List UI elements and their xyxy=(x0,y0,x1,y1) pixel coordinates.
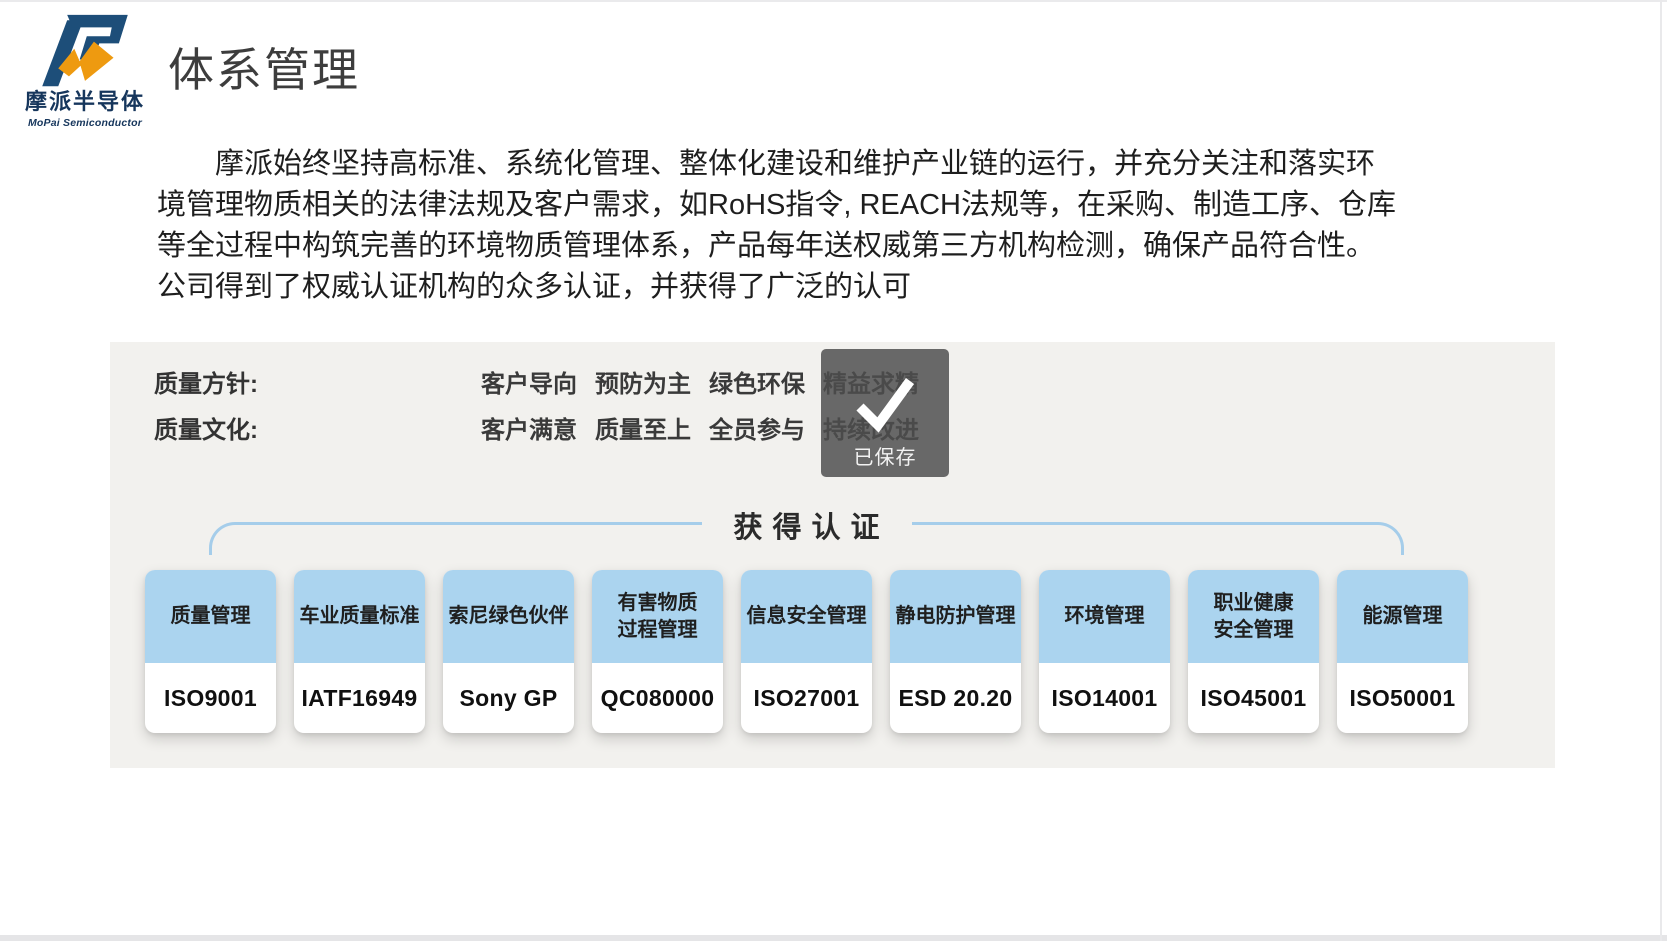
saved-toast-label: 已保存 xyxy=(854,441,917,470)
quality-policy-value: 绿色环保 xyxy=(709,364,805,399)
cert-card-code: Sony GP xyxy=(443,663,574,733)
cert-card: 职业健康 安全管理 ISO45001 xyxy=(1188,570,1319,733)
cert-card: 环境管理 ISO14001 xyxy=(1039,570,1170,733)
quality-culture-value: 质量至上 xyxy=(595,410,691,445)
page-title: 体系管理 xyxy=(168,34,360,100)
cert-card: 质量管理 ISO9001 xyxy=(145,570,276,733)
saved-toast: 已保存 xyxy=(821,349,949,477)
logo-en-text: MoPai Semiconductor xyxy=(22,117,148,129)
bottom-edge-bar xyxy=(0,935,1667,941)
cert-card-code: ESD 20.20 xyxy=(890,663,1021,733)
certification-cards: 质量管理 ISO9001 车业质量标准 IATF16949 索尼绿色伙伴 Son… xyxy=(145,570,1468,733)
cert-card-name: 静电防护管理 xyxy=(890,570,1021,663)
cert-card-code: ISO50001 xyxy=(1337,663,1468,733)
quality-culture-value: 全员参与 xyxy=(709,410,805,445)
cert-card-name: 有害物质 过程管理 xyxy=(592,570,723,663)
cert-card: 有害物质 过程管理 QC080000 xyxy=(592,570,723,733)
cert-card-code: ISO45001 xyxy=(1188,663,1319,733)
quality-policy-label: 质量方针: xyxy=(154,364,481,399)
cert-card-name: 信息安全管理 xyxy=(741,570,872,663)
cert-card-code: QC080000 xyxy=(592,663,723,733)
right-edge-line xyxy=(1660,0,1662,941)
logo-cn-text: 摩派半导体 xyxy=(22,84,148,116)
cert-card-code: ISO9001 xyxy=(145,663,276,733)
cert-card: 车业质量标准 IATF16949 xyxy=(294,570,425,733)
checkmark-icon xyxy=(852,375,918,433)
cert-card-name: 索尼绿色伙伴 xyxy=(443,570,574,663)
cert-card-code: ISO27001 xyxy=(741,663,872,733)
cert-card-name: 职业健康 安全管理 xyxy=(1188,570,1319,663)
cert-card-name: 环境管理 xyxy=(1039,570,1170,663)
cert-card-code: ISO14001 xyxy=(1039,663,1170,733)
cert-card-name: 能源管理 xyxy=(1337,570,1468,663)
cert-card: 能源管理 ISO50001 xyxy=(1337,570,1468,733)
quality-panel: 质量方针: 客户导向 预防为主 绿色环保 精益求精 质量文化: 客户满意 质量至… xyxy=(110,342,1555,768)
quality-culture-value: 客户满意 xyxy=(481,410,577,445)
top-edge-line xyxy=(0,0,1667,2)
cert-card-name: 车业质量标准 xyxy=(294,570,425,663)
quality-culture-label: 质量文化: xyxy=(154,410,481,445)
cert-card-code: IATF16949 xyxy=(294,663,425,733)
company-logo: 摩派半导体 MoPai Semiconductor xyxy=(22,6,148,129)
cert-card: 静电防护管理 ESD 20.20 xyxy=(890,570,1021,733)
certifications-bracket: 获得认证 xyxy=(209,522,1404,555)
cert-card-name: 质量管理 xyxy=(145,570,276,663)
certifications-title: 获得认证 xyxy=(701,504,911,546)
logo-mark-icon xyxy=(31,6,139,88)
cert-card: 信息安全管理 ISO27001 xyxy=(741,570,872,733)
quality-policy-value: 客户导向 xyxy=(481,364,577,399)
quality-policy-value: 预防为主 xyxy=(595,364,691,399)
cert-card: 索尼绿色伙伴 Sony GP xyxy=(443,570,574,733)
intro-paragraph: 摩派始终坚持高标准、系统化管理、整体化建设和维护产业链的运行，并充分关注和落实环… xyxy=(157,144,1487,308)
